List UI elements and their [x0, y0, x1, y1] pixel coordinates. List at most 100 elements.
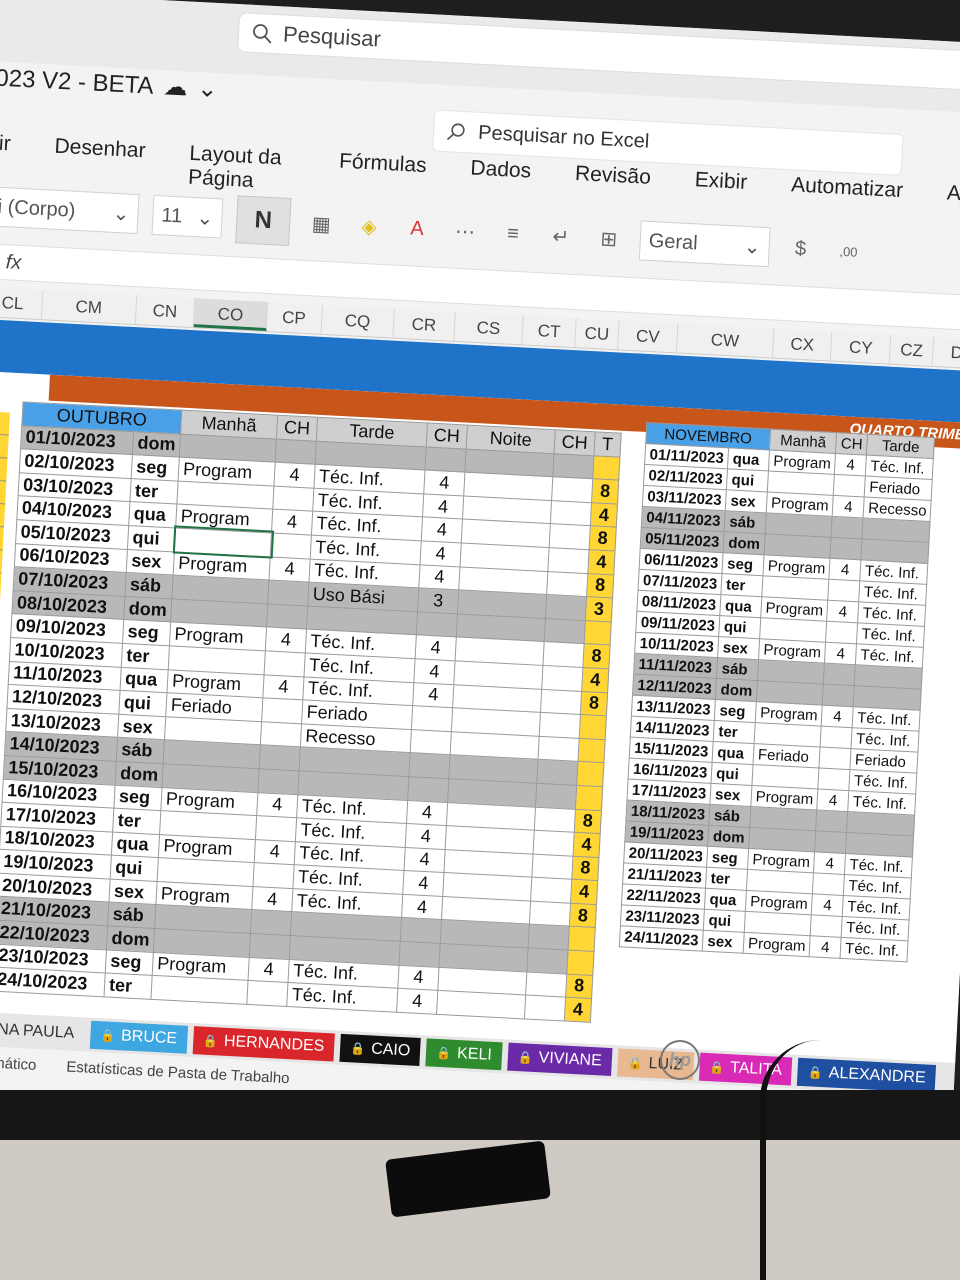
total-cell[interactable]: 4: [570, 879, 598, 905]
total-cell[interactable]: [568, 926, 596, 952]
afternoon-hours-cell[interactable]: 4: [401, 894, 443, 920]
night-hours-cell[interactable]: [546, 571, 588, 597]
total-cell[interactable]: 8: [582, 643, 611, 669]
morning-hours-cell[interactable]: [261, 697, 303, 724]
morning-hours-cell[interactable]: [272, 485, 314, 512]
morning-hours-cell[interactable]: [810, 914, 843, 938]
weekday-cell[interactable]: dom: [123, 596, 172, 623]
date-cell[interactable]: 24/11/2023: [619, 925, 704, 952]
weekday-cell[interactable]: qui: [110, 855, 159, 882]
morning-hours-cell[interactable]: [828, 579, 860, 602]
weekday-cell[interactable]: qui: [718, 615, 761, 639]
total-cell[interactable]: 8: [589, 526, 617, 551]
night-hours-cell[interactable]: [547, 547, 590, 574]
morning-hours-cell[interactable]: [825, 621, 858, 644]
weekday-cell[interactable]: qua: [720, 594, 762, 618]
sheet-tab-bruce[interactable]: 🔒 BRUCE: [89, 1020, 188, 1054]
morning-hours-cell[interactable]: [831, 516, 864, 539]
morning-hours-cell[interactable]: [267, 580, 309, 606]
afternoon-hours-cell[interactable]: 4: [420, 540, 462, 567]
morning-hours-cell[interactable]: [823, 663, 856, 686]
font-color-icon[interactable]: A: [399, 211, 435, 247]
afternoon-hours-cell[interactable]: [407, 776, 449, 803]
weekday-cell[interactable]: qui: [127, 525, 176, 552]
weekday-cell[interactable]: qui: [703, 909, 746, 933]
morning-hours-cell[interactable]: 4: [254, 839, 296, 865]
total-cell[interactable]: [584, 620, 612, 646]
night-hours-cell[interactable]: [549, 523, 591, 550]
weekday-cell[interactable]: sex: [117, 713, 166, 741]
decimal-icon[interactable]: ,00: [831, 233, 867, 269]
total-cell[interactable]: [566, 950, 595, 976]
sheet-tab-viviane[interactable]: 🔒 VIVIANE: [506, 1042, 613, 1077]
left-total-cell[interactable]: 8: [0, 455, 8, 482]
morning-hours-cell[interactable]: 4: [827, 600, 859, 623]
morning-cell[interactable]: Program: [743, 932, 811, 957]
column-header-ct[interactable]: CT: [522, 315, 577, 348]
night-hours-cell[interactable]: [545, 594, 587, 621]
weekday-cell[interactable]: dom: [115, 761, 164, 788]
weekday-cell[interactable]: seg: [105, 949, 154, 976]
night-hours-cell[interactable]: [526, 948, 569, 974]
night-hours-cell[interactable]: [534, 806, 576, 833]
menu-item-automatizar[interactable]: Automatizar: [789, 173, 904, 227]
sheet-tab-hernandes[interactable]: 🔒 HERNANDES: [192, 1026, 335, 1062]
weekday-cell[interactable]: ter: [713, 720, 756, 744]
weekday-cell[interactable]: sáb: [716, 657, 759, 681]
morning-cell[interactable]: [150, 975, 249, 1005]
column-header-co[interactable]: CO: [194, 298, 268, 331]
more-options-icon[interactable]: ⋯: [447, 213, 483, 249]
column-header-cy[interactable]: CY: [831, 331, 892, 364]
left-total-cell[interactable]: 3: [0, 524, 4, 551]
morning-hours-cell[interactable]: [264, 650, 306, 677]
afternoon-hours-cell[interactable]: [410, 729, 452, 755]
column-header-cv[interactable]: CV: [618, 320, 679, 353]
weekday-cell[interactable]: ter: [129, 478, 179, 505]
left-total-cell[interactable]: 8: [0, 409, 10, 436]
afternoon-hours-cell[interactable]: [416, 611, 458, 638]
column-header-cw[interactable]: CW: [676, 323, 775, 358]
afternoon-hours-cell[interactable]: 4: [402, 870, 444, 897]
morning-hours-cell[interactable]: 4: [248, 957, 290, 983]
weekday-cell[interactable]: qua: [704, 888, 747, 912]
morning-hours-cell[interactable]: [249, 933, 291, 960]
number-format-select[interactable]: Geral ⌄: [638, 220, 771, 268]
total-cell[interactable]: 8: [565, 973, 593, 999]
total-cell[interactable]: 4: [573, 832, 601, 858]
total-cell[interactable]: 4: [590, 502, 618, 528]
total-cell[interactable]: 3: [585, 596, 613, 622]
morning-hours-cell[interactable]: 4: [811, 893, 844, 917]
morning-hours-cell[interactable]: 4: [262, 674, 305, 701]
total-cell[interactable]: 4: [587, 549, 616, 575]
weekday-cell[interactable]: sáb: [709, 804, 751, 828]
merge-cells-icon[interactable]: ⊞: [591, 221, 627, 257]
total-cell[interactable]: 8: [569, 903, 597, 928]
afternoon-hours-cell[interactable]: [400, 917, 442, 944]
weekday-cell[interactable]: dom: [132, 431, 181, 458]
column-header-cs[interactable]: CS: [454, 311, 524, 345]
total-cell[interactable]: [575, 785, 603, 811]
column-header-cz[interactable]: CZ: [889, 334, 935, 366]
column-header-cl[interactable]: CL: [0, 287, 44, 320]
weekday-cell[interactable]: qua: [120, 666, 169, 693]
morning-hours-cell[interactable]: 4: [813, 851, 846, 875]
night-hours-cell[interactable]: [544, 618, 586, 644]
morning-hours-cell[interactable]: 4: [821, 705, 854, 728]
morning-hours-cell[interactable]: [246, 980, 288, 1007]
weekday-cell[interactable]: sex: [717, 636, 760, 660]
afternoon-hours-cell[interactable]: [399, 941, 441, 968]
left-total-cell[interactable]: 4: [0, 432, 9, 459]
night-hours-cell[interactable]: [524, 995, 566, 1021]
morning-hours-cell[interactable]: 4: [271, 509, 313, 536]
sheet-tab-ana-paula[interactable]: 🔒ANA PAULA: [0, 1013, 85, 1049]
morning-hours-cell[interactable]: [260, 721, 302, 748]
date-cell[interactable]: 24/10/2023: [0, 967, 106, 997]
morning-hours-cell[interactable]: [266, 603, 308, 630]
weekday-cell[interactable]: seg: [722, 552, 764, 576]
morning-hours-cell[interactable]: 4: [834, 453, 867, 477]
sheet-grid[interactable]: QUARTO TRIMESTI 848483848483 OUTUBROManh…: [0, 371, 960, 1064]
total-cell[interactable]: 8: [574, 808, 602, 834]
weekday-cell[interactable]: sáb: [724, 510, 767, 534]
night-hours-cell[interactable]: [535, 783, 577, 809]
total-cell[interactable]: 8: [586, 573, 614, 599]
